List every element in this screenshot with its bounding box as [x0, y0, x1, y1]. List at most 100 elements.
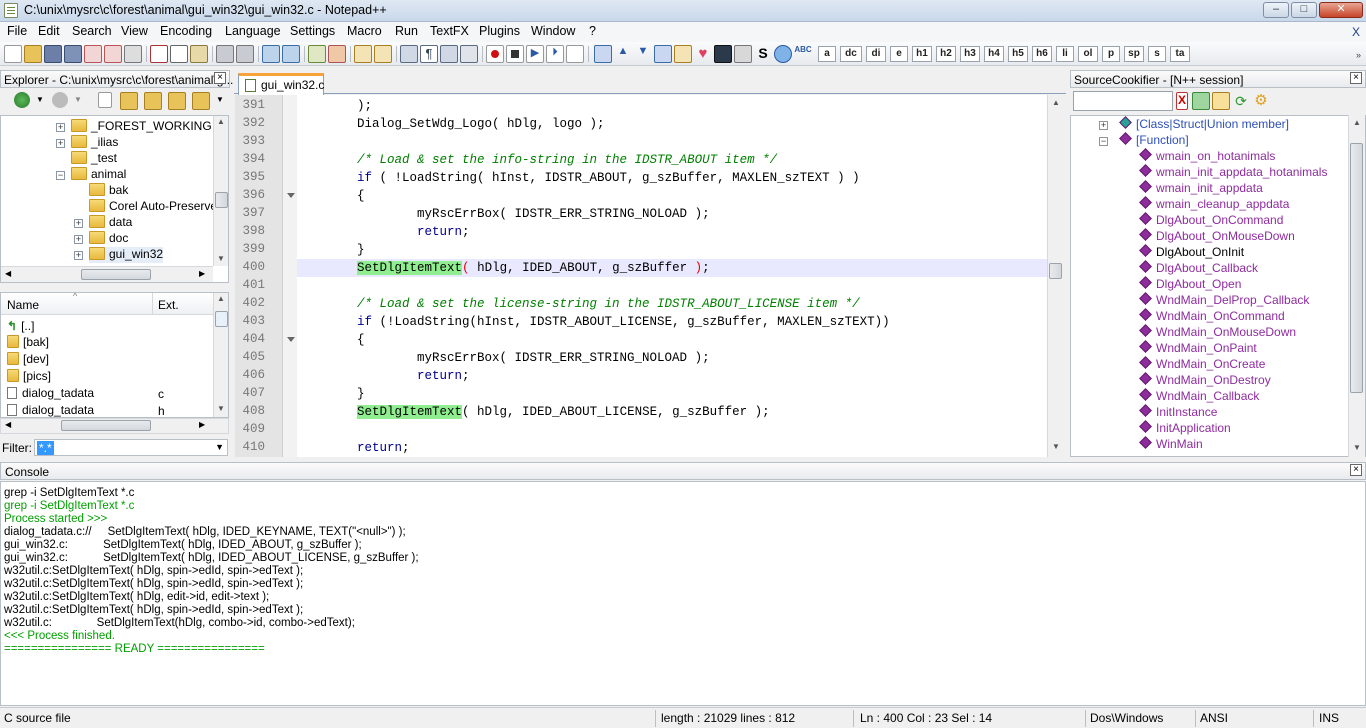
play-multiple-icon[interactable]: ⏵: [546, 45, 564, 63]
code-line[interactable]: myRscErrBox( IDSTR_ERR_STRING_NOLOAD );: [297, 349, 1049, 367]
scroll-right-icon[interactable]: ▶: [199, 269, 205, 278]
back-dropdown-icon[interactable]: ▼: [36, 95, 44, 104]
scrollbar-thumb[interactable]: [1049, 263, 1062, 279]
filter-input[interactable]: *.*: [37, 441, 54, 455]
html-tag-ta-button[interactable]: ta: [1170, 46, 1190, 62]
list-item-dialog-tadata-h[interactable]: dialog_tadata: [7, 403, 94, 417]
expand-icon[interactable]: +: [74, 251, 83, 260]
tree-item-bak[interactable]: bak: [89, 183, 128, 199]
console-output[interactable]: grep -i SetDlgItemText *.c grep -i SetDlg…: [0, 481, 1366, 706]
sync-horizontal-icon[interactable]: [374, 45, 392, 63]
scrollbar-thumb[interactable]: [1350, 143, 1363, 393]
code-line[interactable]: Dialog_SetWdg_Logo( hDlg, logo );: [297, 115, 1049, 133]
symbol-function-item[interactable]: DlgAbout_Callback: [1139, 260, 1258, 277]
html-tag-a-button[interactable]: a: [818, 46, 836, 62]
code-line[interactable]: myRscErrBox( IDSTR_ERR_STRING_NOLOAD );: [297, 205, 1049, 223]
html-tag-ol-button[interactable]: ol: [1078, 46, 1098, 62]
favorites-dropdown-icon[interactable]: ▼: [216, 95, 224, 104]
stop-macro-icon[interactable]: [506, 45, 524, 63]
symbol-function-item[interactable]: WndMain_OnCommand: [1139, 308, 1285, 325]
menu-help[interactable]: ?: [589, 24, 596, 38]
back-icon[interactable]: [14, 92, 30, 108]
symbol-function-item[interactable]: DlgAbout_OnMouseDown: [1139, 228, 1295, 245]
symbol-function-item[interactable]: WinMain: [1139, 436, 1203, 453]
list-view-icon[interactable]: [1212, 92, 1230, 110]
show-all-chars-icon[interactable]: ¶: [420, 45, 438, 63]
settings-gear-icon[interactable]: ⚙: [1252, 92, 1270, 110]
column-ext[interactable]: Ext.: [158, 298, 179, 312]
tree-item-gui-win32[interactable]: gui_win32: [89, 247, 164, 263]
symbol-function-item[interactable]: wmain_on_hotanimals: [1139, 148, 1275, 165]
file-list-vertical-scrollbar[interactable]: ▲ ▼: [213, 293, 228, 417]
record-macro-icon[interactable]: [486, 45, 504, 63]
expand-icon[interactable]: +: [74, 235, 83, 244]
notepadpp-app-icon[interactable]: [4, 3, 18, 18]
scroll-left-icon[interactable]: ◀: [5, 420, 11, 429]
compare-icon[interactable]: [654, 45, 672, 63]
close-window-button[interactable]: ✕: [1319, 2, 1363, 18]
code-line[interactable]: [297, 133, 1049, 151]
spell-s-icon[interactable]: S: [754, 45, 772, 63]
code-line[interactable]: [297, 421, 1049, 439]
code-line[interactable]: {: [297, 187, 1049, 205]
new-file-explorer-icon[interactable]: [98, 92, 112, 108]
code-line[interactable]: {: [297, 331, 1049, 349]
menu-file[interactable]: File: [7, 24, 27, 38]
doc-map-icon[interactable]: [460, 45, 478, 63]
scroll-up-icon[interactable]: ▲: [1049, 98, 1063, 107]
symbol-function-item[interactable]: WndMain_OnCreate: [1139, 356, 1265, 373]
close-explorer-icon[interactable]: ×: [214, 72, 226, 84]
code-line[interactable]: }: [297, 241, 1049, 259]
scrollbar-thumb[interactable]: [215, 192, 228, 208]
tree-item-forest-working[interactable]: _FOREST_WORKING: [71, 119, 212, 135]
tree-item-doc[interactable]: doc: [89, 231, 128, 247]
symbol-function-item[interactable]: WndMain_Callback: [1139, 388, 1259, 405]
fold-marker-icon[interactable]: [287, 193, 295, 198]
menu-settings[interactable]: Settings: [290, 24, 335, 38]
tree-item-test[interactable]: _test: [71, 151, 117, 167]
list-item-parent[interactable]: ↰ [..]: [7, 319, 34, 335]
refresh-session-icon[interactable]: [1192, 92, 1210, 110]
close-all-icon[interactable]: [104, 45, 122, 63]
func-list-icon[interactable]: [594, 45, 612, 63]
html-tag-di-button[interactable]: di: [866, 46, 886, 62]
collapse-icon[interactable]: −: [56, 171, 65, 180]
editor-vertical-scrollbar[interactable]: ▲ ▼: [1047, 95, 1064, 457]
find-icon[interactable]: [262, 45, 280, 63]
heart-icon[interactable]: ♥: [694, 45, 712, 63]
word-wrap-icon[interactable]: [400, 45, 418, 63]
menu-plugins[interactable]: Plugins: [479, 24, 520, 38]
open-file-icon[interactable]: [24, 45, 42, 63]
code-line[interactable]: [297, 277, 1049, 295]
sync-icon[interactable]: ⟳: [1232, 92, 1250, 110]
sync-vertical-icon[interactable]: [354, 45, 372, 63]
menu-run[interactable]: Run: [395, 24, 418, 38]
cookie-monster-icon[interactable]: [774, 45, 792, 63]
symbol-tree-scrollbar[interactable]: ▲ ▼: [1348, 115, 1365, 457]
list-item-bak[interactable]: [bak]: [7, 335, 49, 351]
tree-item-data[interactable]: data: [89, 215, 132, 231]
code-line[interactable]: /* Load & set the info-string in the IDS…: [297, 151, 1049, 169]
console-icon[interactable]: [714, 45, 732, 63]
file-list-horizontal-scrollbar[interactable]: ◀ ▶: [0, 418, 229, 434]
code-editor[interactable]: ); Dialog_SetWdg_Logo( hDlg, logo ); /* …: [297, 95, 1049, 457]
menu-language[interactable]: Language: [225, 24, 281, 38]
spellcheck-icon[interactable]: ABC: [794, 45, 812, 63]
tree-horizontal-scrollbar[interactable]: ◀ ▶: [1, 266, 213, 282]
code-line[interactable]: /* Load & set the license-string in the …: [297, 295, 1049, 313]
save-all-icon[interactable]: [64, 45, 82, 63]
scroll-left-icon[interactable]: ◀: [5, 269, 11, 278]
folder-user-icon[interactable]: [168, 92, 186, 110]
arrow-down-icon[interactable]: ▼: [634, 45, 652, 63]
symbol-function-item[interactable]: InitInstance: [1139, 404, 1217, 421]
collapse-icon[interactable]: −: [1099, 137, 1108, 146]
folder-favorites-icon[interactable]: [192, 92, 210, 110]
symbol-function-item[interactable]: WndMain_DelProp_Callback: [1139, 292, 1309, 309]
symbol-function-item[interactable]: WndMain_OnDestroy: [1139, 372, 1271, 389]
menu-macro[interactable]: Macro: [347, 24, 382, 38]
scrollbar-thumb[interactable]: [215, 311, 228, 327]
html-tag-h1-button[interactable]: h1: [912, 46, 932, 62]
filter-combobox[interactable]: *.* ▼: [34, 439, 228, 456]
save-macro-icon[interactable]: [566, 45, 584, 63]
fold-marker-icon[interactable]: [287, 337, 295, 342]
